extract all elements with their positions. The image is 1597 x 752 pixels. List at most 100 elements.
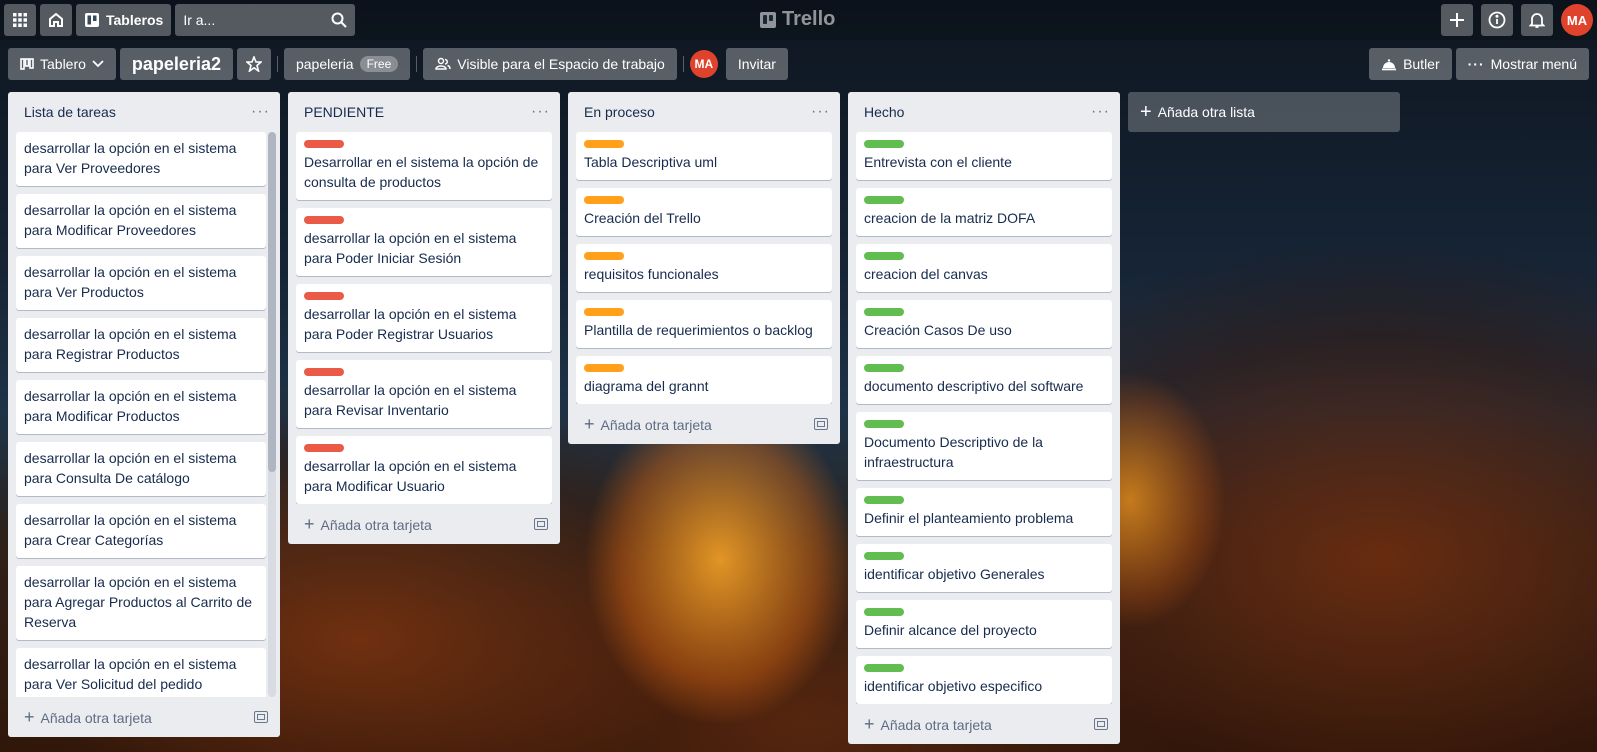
list-header[interactable]: PENDIENTE ··· <box>288 92 560 132</box>
template-icon[interactable] <box>1094 718 1108 730</box>
green-label[interactable] <box>864 140 904 148</box>
orange-label[interactable] <box>584 252 624 260</box>
green-label[interactable] <box>864 252 904 260</box>
plus-icon <box>1450 13 1464 27</box>
search-box[interactable] <box>175 4 356 36</box>
card[interactable]: desarrollar la opción en el sistema para… <box>16 442 266 496</box>
app-switcher-button[interactable] <box>4 4 36 36</box>
card[interactable]: desarrollar la opción en el sistema para… <box>296 360 552 428</box>
invite-button[interactable]: Invitar <box>725 48 788 80</box>
people-icon <box>435 57 452 70</box>
card[interactable]: Desarrollar en el sistema la opción de c… <box>296 132 552 200</box>
card[interactable]: Definir el planteamiento problema <box>856 488 1112 536</box>
home-icon <box>49 12 63 27</box>
card[interactable]: Creación del Trello <box>576 188 832 236</box>
card[interactable]: desarrollar la opción en el sistema para… <box>16 380 266 434</box>
search-input[interactable] <box>183 12 314 28</box>
star-button[interactable] <box>236 48 271 80</box>
boards-button[interactable]: Tableros <box>76 4 172 36</box>
orange-label[interactable] <box>584 140 624 148</box>
card[interactable]: Documento Descriptivo de la infraestruct… <box>856 412 1112 480</box>
list-title[interactable]: Lista de tareas <box>24 104 116 120</box>
green-label[interactable] <box>864 420 904 428</box>
view-switcher-button[interactable]: Tablero <box>8 48 116 80</box>
card[interactable]: Plantilla de requerimientos o backlog <box>576 300 832 348</box>
card[interactable]: requisitos funcionales <box>576 244 832 292</box>
notifications-button[interactable] <box>1521 4 1553 36</box>
list-menu-icon[interactable]: ··· <box>1091 103 1110 121</box>
info-button[interactable] <box>1481 4 1513 36</box>
card[interactable]: desarrollar la opción en el sistema para… <box>16 504 266 558</box>
red-label[interactable] <box>304 444 344 452</box>
list-scrollbar[interactable] <box>268 132 276 697</box>
board-icon <box>85 13 99 27</box>
visibility-button[interactable]: Visible para el Espacio de trabajo <box>423 48 677 80</box>
green-label[interactable] <box>864 364 904 372</box>
member-avatar[interactable]: MA <box>689 50 718 78</box>
card[interactable]: Definir alcance del proyecto <box>856 600 1112 648</box>
card[interactable]: identificar objetivo especifico <box>856 656 1112 704</box>
workspace-button[interactable]: papeleria Free <box>283 48 411 80</box>
card[interactable]: diagrama del grannt <box>576 356 832 404</box>
red-label[interactable] <box>304 140 344 148</box>
card-title: desarrollar la opción en el sistema para… <box>304 230 517 266</box>
trello-logo[interactable]: Trello <box>760 8 835 31</box>
green-label[interactable] <box>864 664 904 672</box>
orange-label[interactable] <box>584 364 624 372</box>
template-icon[interactable] <box>534 518 548 530</box>
red-label[interactable] <box>304 368 344 376</box>
list-menu-icon[interactable]: ··· <box>251 103 270 121</box>
card[interactable]: desarrollar la opción en el sistema para… <box>16 132 266 186</box>
show-menu-button[interactable]: ··· Mostrar menú <box>1455 48 1589 80</box>
card[interactable]: desarrollar la opción en el sistema para… <box>16 648 266 697</box>
card[interactable]: desarrollar la opción en el sistema para… <box>16 194 266 248</box>
card[interactable]: Creación Casos De uso <box>856 300 1112 348</box>
list-title[interactable]: En proceso <box>584 104 655 120</box>
card[interactable]: Entrevista con el cliente <box>856 132 1112 180</box>
list-menu-icon[interactable]: ··· <box>811 103 830 121</box>
green-label[interactable] <box>864 196 904 204</box>
green-label[interactable] <box>864 608 904 616</box>
list-title[interactable]: PENDIENTE <box>304 104 384 120</box>
card[interactable]: desarrollar la opción en el sistema para… <box>16 256 266 310</box>
card-list: Desarrollar en el sistema la opción de c… <box>288 132 560 504</box>
list-menu-icon[interactable]: ··· <box>531 103 550 121</box>
list-title[interactable]: Hecho <box>864 104 904 120</box>
card[interactable]: desarrollar la opción en el sistema para… <box>296 208 552 276</box>
card[interactable]: creacion del canvas <box>856 244 1112 292</box>
list-header[interactable]: Hecho ··· <box>848 92 1120 132</box>
green-label[interactable] <box>864 496 904 504</box>
red-label[interactable] <box>304 292 344 300</box>
list-header[interactable]: En proceso ··· <box>568 92 840 132</box>
red-label[interactable] <box>304 216 344 224</box>
template-icon[interactable] <box>254 711 268 723</box>
add-card-button[interactable]: + Añada otra tarjeta <box>288 504 560 544</box>
card[interactable]: desarrollar la opción en el sistema para… <box>16 318 266 372</box>
list-header[interactable]: Lista de tareas ··· <box>8 92 280 132</box>
green-label[interactable] <box>864 308 904 316</box>
board-title[interactable]: papeleria2 <box>119 48 233 80</box>
add-card-button[interactable]: + Añada otra tarjeta <box>8 697 280 737</box>
card[interactable]: creacion de la matriz DOFA <box>856 188 1112 236</box>
card[interactable]: desarrollar la opción en el sistema para… <box>296 284 552 352</box>
user-avatar[interactable]: MA <box>1561 4 1593 36</box>
card-list: Tabla Descriptiva uml Creación del Trell… <box>568 132 840 404</box>
template-icon[interactable] <box>814 418 828 430</box>
orange-label[interactable] <box>584 308 624 316</box>
card[interactable]: documento descriptivo del software <box>856 356 1112 404</box>
search-icon[interactable] <box>331 12 348 28</box>
scrollbar-thumb[interactable] <box>268 132 276 472</box>
add-card-button[interactable]: + Añada otra tarjeta <box>848 704 1120 744</box>
create-button[interactable] <box>1441 4 1473 36</box>
grid-icon <box>13 13 27 27</box>
butler-button[interactable]: Butler <box>1369 48 1452 80</box>
card[interactable]: desarrollar la opción en el sistema para… <box>296 436 552 504</box>
home-button[interactable] <box>40 4 72 36</box>
card[interactable]: identificar objetivo Generales <box>856 544 1112 592</box>
card[interactable]: Tabla Descriptiva uml <box>576 132 832 180</box>
add-list-button[interactable]: + Añada otra lista <box>1128 92 1400 132</box>
green-label[interactable] <box>864 552 904 560</box>
orange-label[interactable] <box>584 196 624 204</box>
add-card-button[interactable]: + Añada otra tarjeta <box>568 404 840 444</box>
card[interactable]: desarrollar la opción en el sistema para… <box>16 566 266 640</box>
